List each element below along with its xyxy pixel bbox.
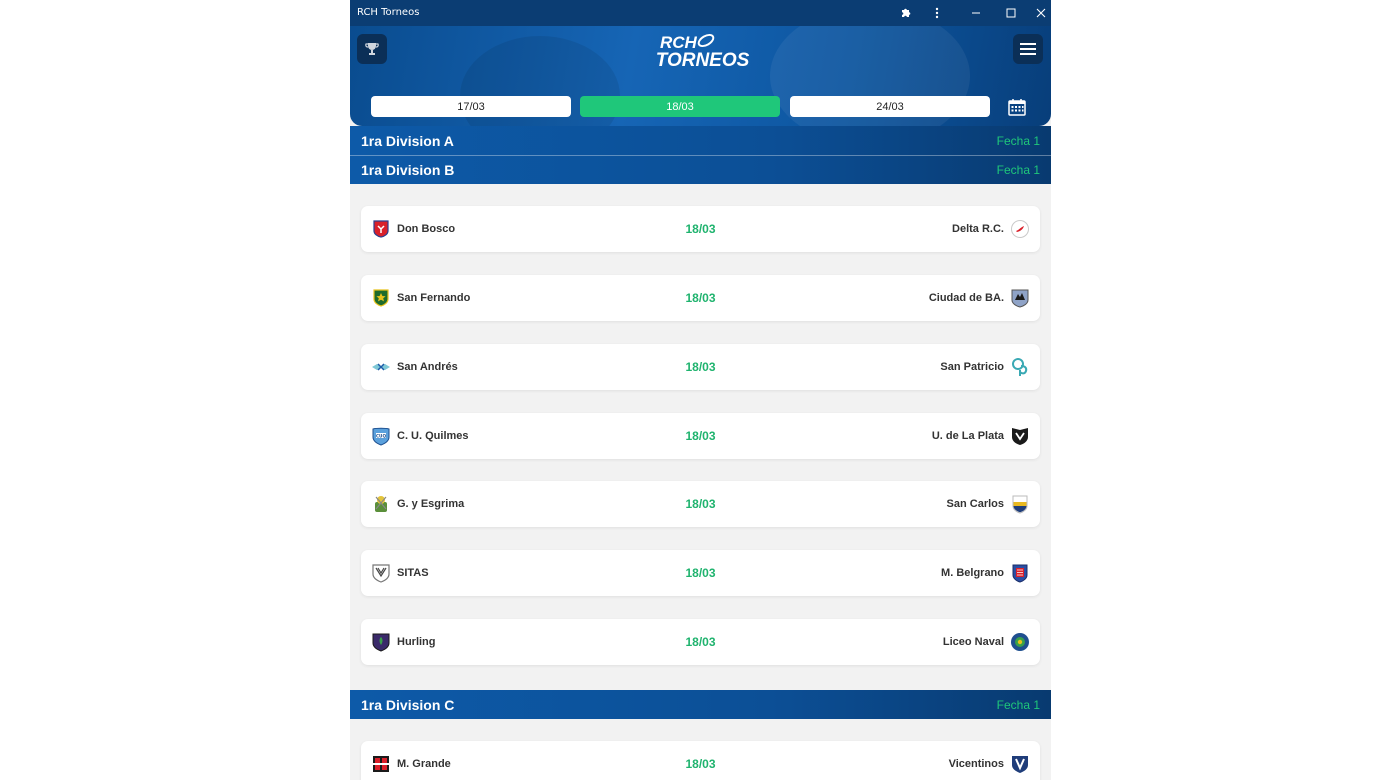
- m-belgrano-crest-icon: [1012, 564, 1028, 583]
- match-card[interactable]: Hurling 18/03 Liceo Naval: [361, 619, 1040, 665]
- ciudad-de-ba-crest-icon: [1011, 289, 1029, 308]
- match-card[interactable]: San Andrés 18/03 San Patricio: [361, 344, 1040, 390]
- app-header: RCH TORNEOS 17/03 18/03 24/03: [350, 26, 1051, 126]
- away-team-name: Ciudad de BA.: [928, 292, 1004, 304]
- more-vertical-icon: [935, 7, 939, 19]
- match-date: 18/03: [685, 360, 716, 374]
- close-icon: [1036, 8, 1046, 18]
- calendar-icon: [1008, 99, 1026, 116]
- away-team-name: Vicentinos: [948, 758, 1004, 770]
- away-team-name: M. Belgrano: [941, 567, 1004, 579]
- away-team: U. de La Plata: [932, 426, 1030, 446]
- division-name: 1ra Division B: [361, 162, 455, 178]
- away-team: Ciudad de BA.: [929, 288, 1030, 308]
- extensions-button[interactable]: [891, 0, 921, 26]
- match-card[interactable]: San Fernando 18/03 Ciudad de BA.: [361, 275, 1040, 321]
- match-date: 18/03: [685, 757, 716, 771]
- delta-crest-icon: [1011, 220, 1029, 238]
- match-card[interactable]: G. y Esgrima 18/03 San Carlos: [361, 481, 1040, 527]
- match-card[interactable]: Don Bosco 18/03 Delta R.C.: [361, 206, 1040, 252]
- app-logo: RCH TORNEOS: [655, 31, 750, 74]
- away-team-name: U. de La Plata: [931, 430, 1004, 442]
- away-team: Delta R.C.: [952, 219, 1030, 239]
- minimize-button[interactable]: [961, 0, 991, 26]
- maximize-icon: [1006, 8, 1016, 18]
- close-button[interactable]: [1031, 0, 1051, 26]
- away-team: Liceo Naval: [943, 632, 1030, 652]
- away-team: San Carlos: [947, 494, 1030, 514]
- division-header-a[interactable]: 1ra Division A Fecha 1: [350, 126, 1051, 155]
- liceo-naval-crest-icon: [1011, 633, 1029, 651]
- window-title: RCH Torneos: [357, 7, 420, 18]
- puzzle-icon: [902, 8, 911, 17]
- away-team: San Patricio: [940, 357, 1030, 377]
- match-card[interactable]: SITAS 18/03 M. Belgrano: [361, 550, 1040, 596]
- match-date: 18/03: [685, 566, 716, 580]
- away-team-name: Delta R.C.: [952, 223, 1004, 235]
- more-options-button[interactable]: [922, 0, 952, 26]
- hamburger-menu-icon: [1020, 43, 1036, 55]
- division-round: Fecha 1: [996, 163, 1040, 177]
- division-name: 1ra Division C: [361, 696, 455, 713]
- match-date: 18/03: [685, 497, 716, 511]
- tournaments-button[interactable]: [357, 34, 387, 64]
- match-date: 18/03: [685, 222, 716, 236]
- app-window: RCH Torneos RCH TORNEOS 17/03 18/03 24/0…: [350, 0, 1051, 780]
- san-patricio-crest-icon: [1012, 358, 1028, 376]
- calendar-button[interactable]: [1007, 97, 1027, 117]
- date-tab-prev[interactable]: 17/03: [371, 96, 571, 117]
- minimize-icon: [972, 12, 980, 14]
- match-card[interactable]: M. Grande 18/03 Vicentinos: [361, 741, 1040, 780]
- title-bar: RCH Torneos: [350, 0, 1051, 26]
- division-name: 1ra Division A: [361, 132, 454, 149]
- division-round: Fecha 1: [996, 697, 1040, 712]
- match-date: 18/03: [685, 635, 716, 649]
- match-card[interactable]: CUQ C. U. Quilmes 18/03 U. de La Plata: [361, 413, 1040, 459]
- vicentinos-crest-icon: [1012, 756, 1028, 773]
- trophy-icon: [365, 43, 379, 55]
- division-header-b[interactable]: 1ra Division B Fecha 1: [350, 155, 1051, 184]
- logo-text-bottom: TORNEOS: [655, 50, 750, 71]
- date-tab-next[interactable]: 24/03: [790, 96, 990, 117]
- maximize-button[interactable]: [996, 0, 1026, 26]
- menu-button[interactable]: [1013, 34, 1043, 64]
- away-team: M. Belgrano: [941, 563, 1030, 583]
- san-carlos-crest-icon: [1012, 495, 1028, 514]
- away-team-name: Liceo Naval: [942, 636, 1004, 648]
- away-team-name: San Carlos: [946, 498, 1004, 510]
- away-team-name: San Patricio: [940, 361, 1004, 373]
- division-header-c[interactable]: 1ra Division C Fecha 1: [350, 690, 1051, 719]
- division-round: Fecha 1: [996, 133, 1040, 148]
- date-tab-current[interactable]: 18/03: [580, 96, 780, 117]
- u-de-la-plata-crest-icon: [1012, 428, 1028, 445]
- away-team: Vicentinos: [949, 754, 1030, 774]
